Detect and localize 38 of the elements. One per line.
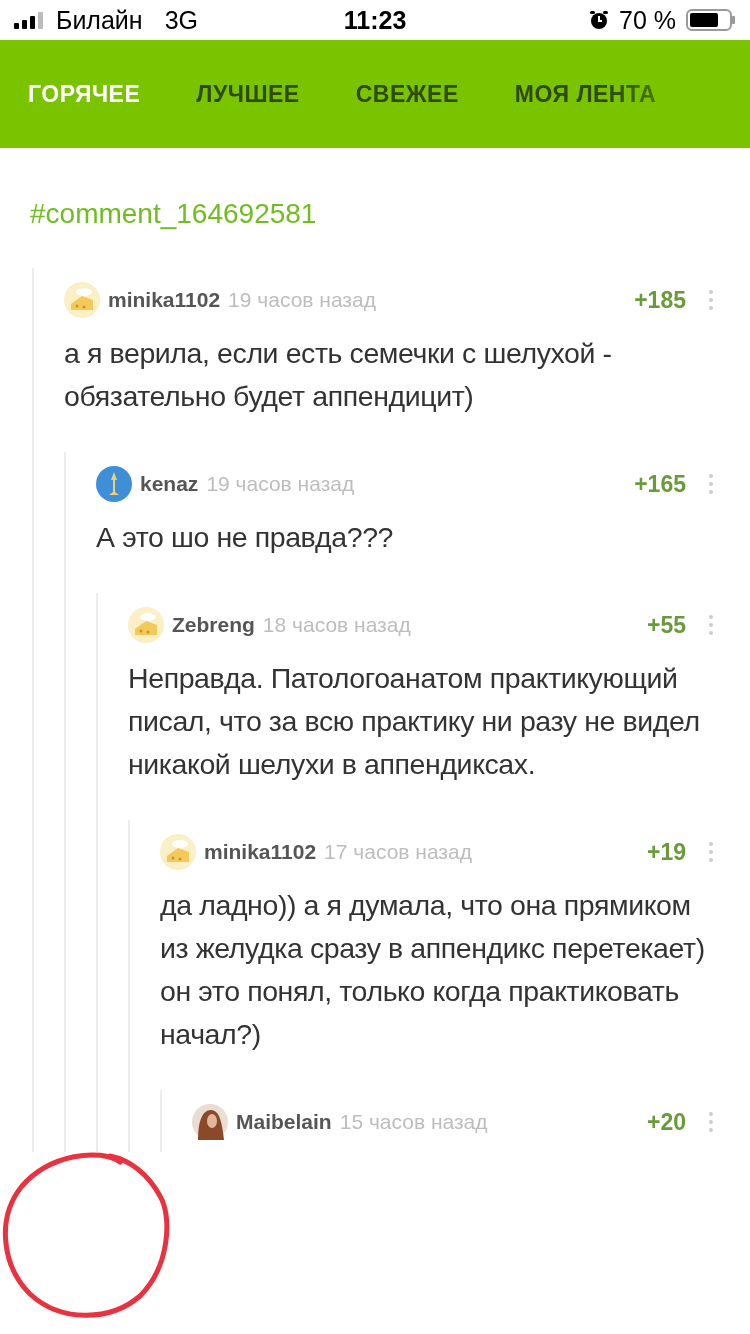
comment-rating: +165 [634, 470, 686, 498]
comment-rating: +20 [647, 1108, 686, 1136]
tab[interactable]: СВЕЖЕЕ [355, 80, 459, 108]
network-type: 3G [164, 5, 198, 35]
username[interactable]: Maibelain [236, 1110, 332, 1134]
username[interactable]: kenaz [140, 472, 199, 496]
comment-text: А это шо не правда??? [96, 520, 395, 555]
carrier-name: Билайн [56, 5, 143, 35]
cheese-avatar-icon [160, 834, 196, 870]
more-icon[interactable] [708, 841, 714, 863]
comment-text: да ладно)) а я думала, что она прямиком из желудка сразу в аппендикс перетекает) он это понял, только когда практиковать начал?) [160, 888, 706, 1052]
username[interactable]: minika1102 [108, 288, 221, 312]
tab[interactable]: МОЯ ЛЕНТА [514, 80, 657, 108]
comment-time: 19 часов назад [228, 288, 376, 312]
comment-text: Неправда. Патологоанатом практикующий писал, что за всю практику ни разу не видел никакой шелухи в аппендиксах. [128, 661, 701, 782]
more-icon[interactable] [708, 614, 714, 636]
comment-rating: +19 [647, 838, 686, 866]
comment-time: 19 часов назад [206, 472, 355, 496]
comment-rating: +55 [647, 611, 686, 639]
username[interactable]: minika1102 [204, 840, 317, 864]
comment-text: а я верила, если есть семечки с шелухой - обязательно будет аппендицит) [64, 336, 613, 414]
more-icon[interactable] [708, 1111, 714, 1133]
battery-percent: 70 % [619, 5, 676, 35]
tab[interactable]: ЛУЧШЕЕ [196, 80, 300, 108]
battery-icon [686, 9, 736, 31]
more-icon[interactable] [708, 473, 714, 495]
avatar-icon [192, 1104, 228, 1140]
more-icon[interactable] [708, 289, 714, 311]
avatar-icon [96, 466, 132, 502]
comment-time: 15 часов назад [339, 1110, 488, 1134]
cheese-avatar-icon [128, 607, 164, 643]
username[interactable]: Zebreng [172, 613, 255, 637]
cheese-avatar-icon [64, 282, 100, 318]
comment-time: 18 часов назад [262, 613, 411, 637]
clock: 11:23 [343, 5, 407, 34]
comment-rating: +185 [634, 286, 686, 314]
comment-time: 17 часов назад [324, 840, 472, 864]
alarm-icon [589, 10, 609, 30]
